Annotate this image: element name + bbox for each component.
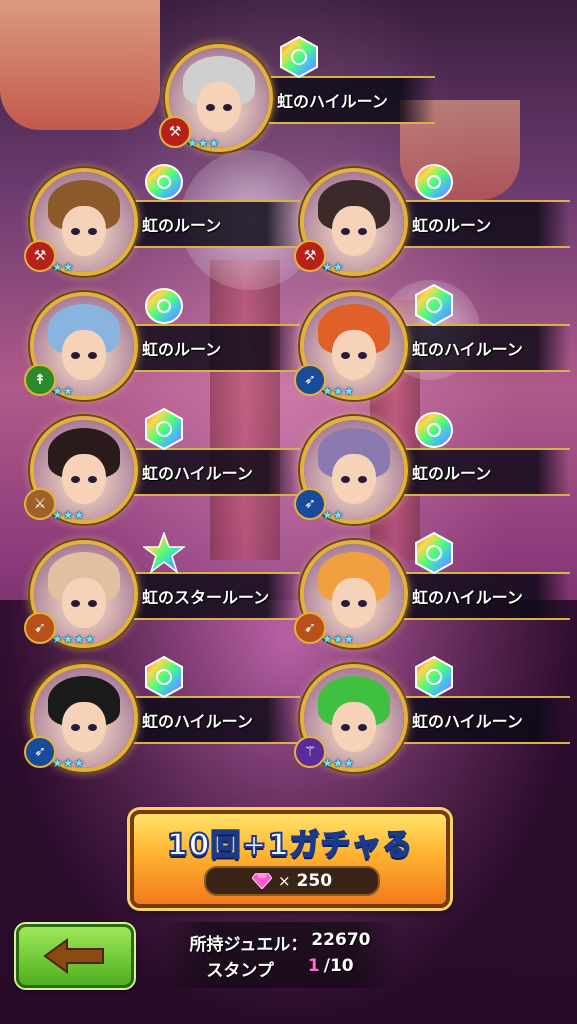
unit-card[interactable]: 虹のハイルーン ➹ ★★★ xyxy=(294,531,577,656)
rarity-stars: ★★★ xyxy=(187,136,220,150)
unit-card[interactable]: 虹のハイルーン ➶ ★★★ xyxy=(294,283,577,408)
rarity-stars: ★★★ xyxy=(322,756,355,770)
stamp-label: スタンプ xyxy=(206,961,274,981)
rainbow-rune-icon xyxy=(413,655,455,699)
unit-card[interactable]: 虹のルーン ➶ ★★ xyxy=(294,408,577,532)
jewel-label: 所持ジュエル： xyxy=(189,935,308,955)
cost-bar: × 250 xyxy=(204,866,380,896)
rainbow-rune-icon xyxy=(143,655,185,699)
rainbow-rune-icon xyxy=(413,408,455,450)
unit-card[interactable]: 虹のハイルーン ⚚ ★★★ xyxy=(294,655,577,780)
rune-name: 虹のハイルーン xyxy=(277,92,388,111)
gem-icon xyxy=(251,873,272,889)
rainbow-rune-icon xyxy=(413,160,455,202)
rune-name: 虹のハイルーン xyxy=(412,340,523,359)
rainbow-rune-icon xyxy=(413,283,455,327)
rarity-stars: ★★ xyxy=(322,508,344,522)
rainbow-rune-icon xyxy=(143,407,185,451)
rarity-stars: ★★ xyxy=(52,260,74,274)
info-panel: 所持ジュエル： 22670 スタンプ 1 /10 xyxy=(160,922,400,988)
unit-card[interactable]: 虹のスタールーン ➹ ★★★★ xyxy=(24,530,318,656)
unit-card[interactable]: 虹のハイルーン ⚒ ★★★ xyxy=(159,35,453,160)
jewel-value: 22670 xyxy=(311,930,371,950)
rarity-stars: ★★★ xyxy=(322,384,355,398)
rarity-stars: ★★ xyxy=(322,260,344,274)
rune-name: 虹のルーン xyxy=(412,216,492,235)
ceiling-lamp xyxy=(0,0,160,130)
rarity-stars: ★★★★ xyxy=(52,632,96,646)
rarity-stars: ★★★ xyxy=(52,756,85,770)
jewel-row: 所持ジュエル： 22670 xyxy=(160,930,400,955)
rainbow-rune-icon xyxy=(141,530,187,575)
rarity-stars: ★★ xyxy=(52,384,74,398)
unit-card[interactable]: 虹のルーン ⚒ ★★ xyxy=(294,160,577,284)
rune-name: 虹のハイルーン xyxy=(412,588,523,607)
stamp-total: /10 xyxy=(323,956,354,976)
rune-name: 虹のルーン xyxy=(142,216,222,235)
rune-name: 虹のスタールーン xyxy=(142,588,270,607)
rainbow-rune-icon xyxy=(143,160,185,202)
stamp-current: 1 xyxy=(307,956,320,976)
rainbow-rune-icon xyxy=(413,531,455,575)
unit-card[interactable]: 虹のハイルーン ➶ ★★★ xyxy=(24,655,318,780)
rune-name: 虹のルーン xyxy=(412,464,492,483)
cost-multiplier: × xyxy=(277,872,291,890)
gacha-title: 10回+1ガチャる xyxy=(166,827,414,864)
unit-card[interactable]: 虹のルーン ↟ ★★ xyxy=(24,284,318,408)
unit-card[interactable]: 虹のハイルーン ⚔ ★★★ xyxy=(24,407,318,532)
rarity-stars: ★★★ xyxy=(52,508,85,522)
rarity-stars: ★★★ xyxy=(322,632,355,646)
gacha-10plus1-button[interactable]: 10回+1ガチャる × 250 xyxy=(130,810,450,908)
stamp-row: スタンプ 1 /10 xyxy=(160,956,400,981)
back-button[interactable] xyxy=(16,924,134,988)
arrow-left-icon xyxy=(43,938,104,974)
cost-value: 250 xyxy=(296,871,333,891)
rainbow-rune-icon xyxy=(143,284,185,326)
rune-name: 虹のハイルーン xyxy=(142,464,253,483)
rune-name: 虹のルーン xyxy=(142,340,222,359)
rune-name: 虹のハイルーン xyxy=(412,712,523,731)
unit-card[interactable]: 虹のルーン ⚒ ★★ xyxy=(24,160,318,284)
rune-name: 虹のハイルーン xyxy=(142,712,253,731)
rainbow-rune-icon xyxy=(278,35,320,79)
